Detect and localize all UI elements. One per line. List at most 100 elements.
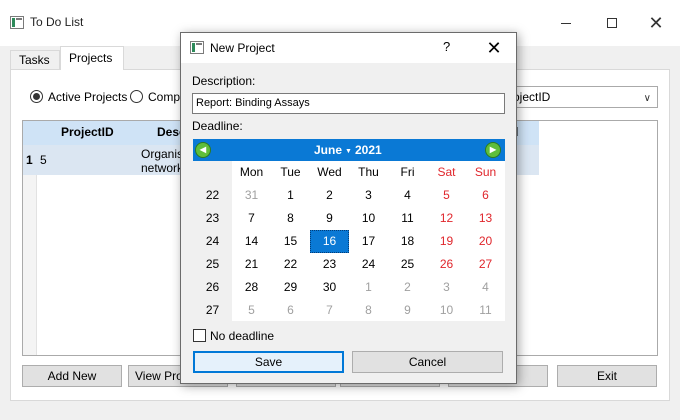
complete-projects-label[interactable]: Compl [148, 90, 183, 104]
minimize-icon [561, 22, 571, 24]
prev-month-button[interactable]: ◀ [195, 142, 211, 158]
calendar-day[interactable]: 8 [349, 299, 388, 322]
calendar-day[interactable]: 2 [310, 184, 349, 207]
calendar-week-row: 27 5 6 7 8 9 10 11 [193, 299, 505, 322]
description-label: Description: [192, 74, 256, 88]
calendar-day[interactable]: 1 [271, 184, 310, 207]
dialog-titlebar: New Project ? ✕ [181, 33, 516, 63]
calendar-year[interactable]: 2021 [355, 143, 382, 157]
close-button[interactable]: ✕ [633, 8, 679, 38]
next-month-button[interactable]: ▶ [485, 142, 501, 158]
calendar-day[interactable]: 28 [232, 276, 271, 299]
no-deadline-label[interactable]: No deadline [210, 329, 274, 343]
calendar-day[interactable]: 23 [310, 253, 349, 276]
calendar-day[interactable]: 4 [388, 184, 427, 207]
calendar-month[interactable]: June [314, 143, 342, 157]
week-number: 25 [193, 253, 232, 276]
cell-description: Organis network [141, 147, 183, 175]
calendar-day[interactable]: 12 [427, 207, 466, 230]
calendar-day[interactable]: 31 [232, 184, 271, 207]
calendar-nav-bar: ◀ June ▼ 2021 ▶ [193, 139, 505, 161]
calendar-day[interactable]: 17 [349, 230, 388, 253]
weekday-header-row: Mon Tue Wed Thu Fri Sat Sun [193, 161, 505, 184]
calendar-day[interactable]: 22 [271, 253, 310, 276]
week-number: 26 [193, 276, 232, 299]
calendar-day[interactable]: 25 [388, 253, 427, 276]
calendar-day[interactable]: 30 [310, 276, 349, 299]
weekday-header: Tue [280, 165, 301, 179]
calendar-week-row: 24 14 15 16 17 18 19 20 [193, 230, 505, 253]
calendar-day[interactable]: 6 [271, 299, 310, 322]
deadline-calendar[interactable]: ◀ June ▼ 2021 ▶ Mon Tue Wed Thu Fri Sat Sun 22 3… [193, 139, 505, 322]
active-projects-label[interactable]: Active Projects [48, 90, 127, 104]
weekday-header: Mon [239, 165, 264, 179]
calendar-day[interactable]: 8 [271, 207, 310, 230]
chevron-down-icon: ∨ [643, 93, 651, 104]
calendar-grid: Mon Tue Wed Thu Fri Sat Sun 22 31 1 2 3 4 5 6 23 7 8 9 10 11… [193, 161, 505, 322]
calendar-day[interactable]: 9 [388, 299, 427, 322]
app-icon [190, 41, 204, 54]
calendar-day[interactable]: 10 [427, 299, 466, 322]
calendar-day[interactable]: 21 [232, 253, 271, 276]
exit-button[interactable]: Exit [557, 365, 657, 387]
weekday-header: Sat [437, 165, 456, 179]
calendar-day-selected[interactable]: 16 [310, 230, 349, 253]
maximize-button[interactable] [589, 8, 635, 38]
column-header-projectid[interactable]: ProjectID [61, 125, 114, 139]
weekday-header: Fri [400, 165, 415, 179]
description-input[interactable]: Report: Binding Assays [192, 93, 505, 114]
week-number-corner [193, 161, 232, 184]
tab-tasks[interactable]: Tasks [10, 50, 60, 70]
calendar-day[interactable]: 9 [310, 207, 349, 230]
close-icon: ✕ [486, 37, 502, 58]
calendar-week-row: 23 7 8 9 10 11 12 13 [193, 207, 505, 230]
calendar-day[interactable]: 2 [388, 276, 427, 299]
week-number: 27 [193, 299, 232, 322]
weekday-header: Wed [317, 165, 342, 179]
calendar-day[interactable]: 19 [427, 230, 466, 253]
sort-combo-value: ojectID [513, 90, 551, 104]
calendar-day[interactable]: 10 [349, 207, 388, 230]
no-deadline-checkbox[interactable] [193, 329, 206, 342]
calendar-day[interactable]: 1 [349, 276, 388, 299]
calendar-day[interactable]: 11 [388, 207, 427, 230]
cancel-button[interactable]: Cancel [352, 351, 503, 373]
calendar-day[interactable]: 3 [427, 276, 466, 299]
help-button[interactable]: ? [443, 39, 450, 54]
deadline-label: Deadline: [192, 119, 243, 133]
app-icon [10, 16, 24, 29]
calendar-day[interactable]: 5 [232, 299, 271, 322]
calendar-day[interactable]: 15 [271, 230, 310, 253]
minimize-button[interactable] [543, 8, 589, 38]
month-caret-icon: ▼ [345, 148, 352, 155]
calendar-day[interactable]: 20 [466, 230, 505, 253]
cell-description-line: Organis [141, 147, 184, 161]
calendar-day[interactable]: 5 [427, 184, 466, 207]
new-project-dialog: New Project ? ✕ Description: Report: Bin… [180, 32, 517, 384]
calendar-day[interactable]: 27 [466, 253, 505, 276]
calendar-day[interactable]: 3 [349, 184, 388, 207]
calendar-day[interactable]: 7 [232, 207, 271, 230]
tab-projects[interactable]: Projects [60, 46, 124, 70]
calendar-day[interactable]: 11 [466, 299, 505, 322]
calendar-day[interactable]: 6 [466, 184, 505, 207]
sort-combo[interactable]: ojectID ∨ [498, 86, 658, 108]
dialog-title: New Project [210, 41, 275, 55]
add-new-button[interactable]: Add New [22, 365, 122, 387]
cell-description-line: network [141, 161, 184, 175]
calendar-day[interactable]: 29 [271, 276, 310, 299]
calendar-day[interactable]: 7 [310, 299, 349, 322]
calendar-day[interactable]: 13 [466, 207, 505, 230]
save-button[interactable]: Save [193, 351, 344, 373]
calendar-day[interactable]: 24 [349, 253, 388, 276]
calendar-day[interactable]: 18 [388, 230, 427, 253]
complete-projects-radio[interactable] [130, 90, 143, 103]
window-title: To Do List [30, 15, 84, 29]
active-projects-radio[interactable] [30, 90, 43, 103]
row-number: 1 [26, 153, 33, 167]
week-number: 22 [193, 184, 232, 207]
calendar-day[interactable]: 26 [427, 253, 466, 276]
dialog-close-button[interactable]: ✕ [477, 35, 511, 61]
calendar-day[interactable]: 4 [466, 276, 505, 299]
calendar-day[interactable]: 14 [232, 230, 271, 253]
